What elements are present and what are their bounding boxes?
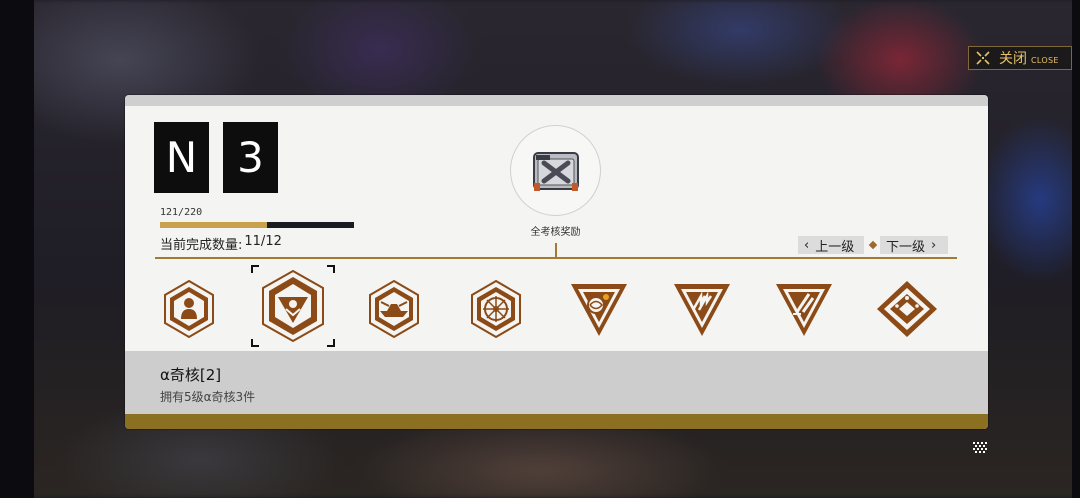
full-reward-button[interactable]	[510, 125, 601, 216]
person-hexagon-icon	[164, 279, 214, 339]
selection-corner	[327, 265, 335, 273]
completion-count: 当前完成数量: 11/12	[160, 234, 282, 253]
chevron-right-icon: ›	[931, 237, 937, 253]
arrows-triangle-icon	[674, 284, 730, 336]
next-level-button[interactable]: 下一级 ›	[880, 236, 948, 255]
panel-top-bar	[125, 95, 988, 106]
screen-edge-right	[1072, 0, 1080, 498]
selection-corner	[251, 265, 259, 273]
slash-triangle-icon	[776, 284, 832, 336]
selection-corner	[251, 339, 259, 347]
full-reward-label: 全考核奖励	[530, 227, 581, 238]
nav-separator-diamond	[868, 240, 878, 250]
badge-item[interactable]	[764, 270, 844, 348]
next-level-label: 下一级	[886, 239, 926, 255]
badge-item-selected[interactable]	[251, 265, 335, 347]
close-label: 关闭	[999, 51, 1027, 67]
badge-item[interactable]	[354, 270, 434, 348]
close-icon	[975, 50, 991, 66]
close-button[interactable]: 关闭 CLOSE	[968, 46, 1072, 70]
badge-detail-description: 拥有5级α奇核3件	[160, 390, 256, 404]
screen-edge-left	[0, 0, 34, 498]
progress-text: 121/220	[160, 207, 203, 218]
badge-detail-box: α奇核[2] 拥有5级α奇核3件	[125, 351, 988, 414]
badge-item[interactable]	[662, 270, 742, 348]
grid-dots-icon	[973, 442, 987, 453]
badge-detail-title: α奇核[2]	[160, 366, 222, 384]
badge-item[interactable]	[456, 270, 536, 348]
badge-item[interactable]	[149, 270, 229, 348]
previous-level-label: 上一级	[815, 239, 855, 255]
rank-panel: N 3 121/220 当前完成数量: 11/12 全考核奖励 ‹ 上一级 下一…	[125, 95, 988, 429]
badge-divider	[155, 257, 957, 259]
rank-letter-tile: N	[154, 122, 209, 193]
badge-item[interactable]	[559, 270, 639, 348]
selection-corner	[327, 339, 335, 347]
completion-value: 11/12	[244, 234, 282, 249]
completion-label: 当前完成数量:	[160, 238, 243, 253]
orb-triangle-icon	[571, 284, 627, 336]
compass-hexagon-icon	[471, 279, 521, 339]
progress-bar	[160, 222, 354, 228]
close-label-en: CLOSE	[1031, 56, 1059, 65]
chevron-left-icon: ‹	[804, 237, 810, 253]
diamond-icon	[877, 281, 937, 337]
eye-triangle-hexagon-icon	[262, 269, 324, 343]
ship-hexagon-icon	[369, 279, 419, 339]
supply-crate-icon	[532, 151, 579, 191]
rank-level-tile: 3	[223, 122, 278, 193]
panel-bottom-bar	[125, 414, 988, 429]
previous-level-button[interactable]: ‹ 上一级	[798, 236, 864, 255]
badge-item[interactable]	[867, 270, 947, 348]
progress-bar-fill	[160, 222, 267, 228]
